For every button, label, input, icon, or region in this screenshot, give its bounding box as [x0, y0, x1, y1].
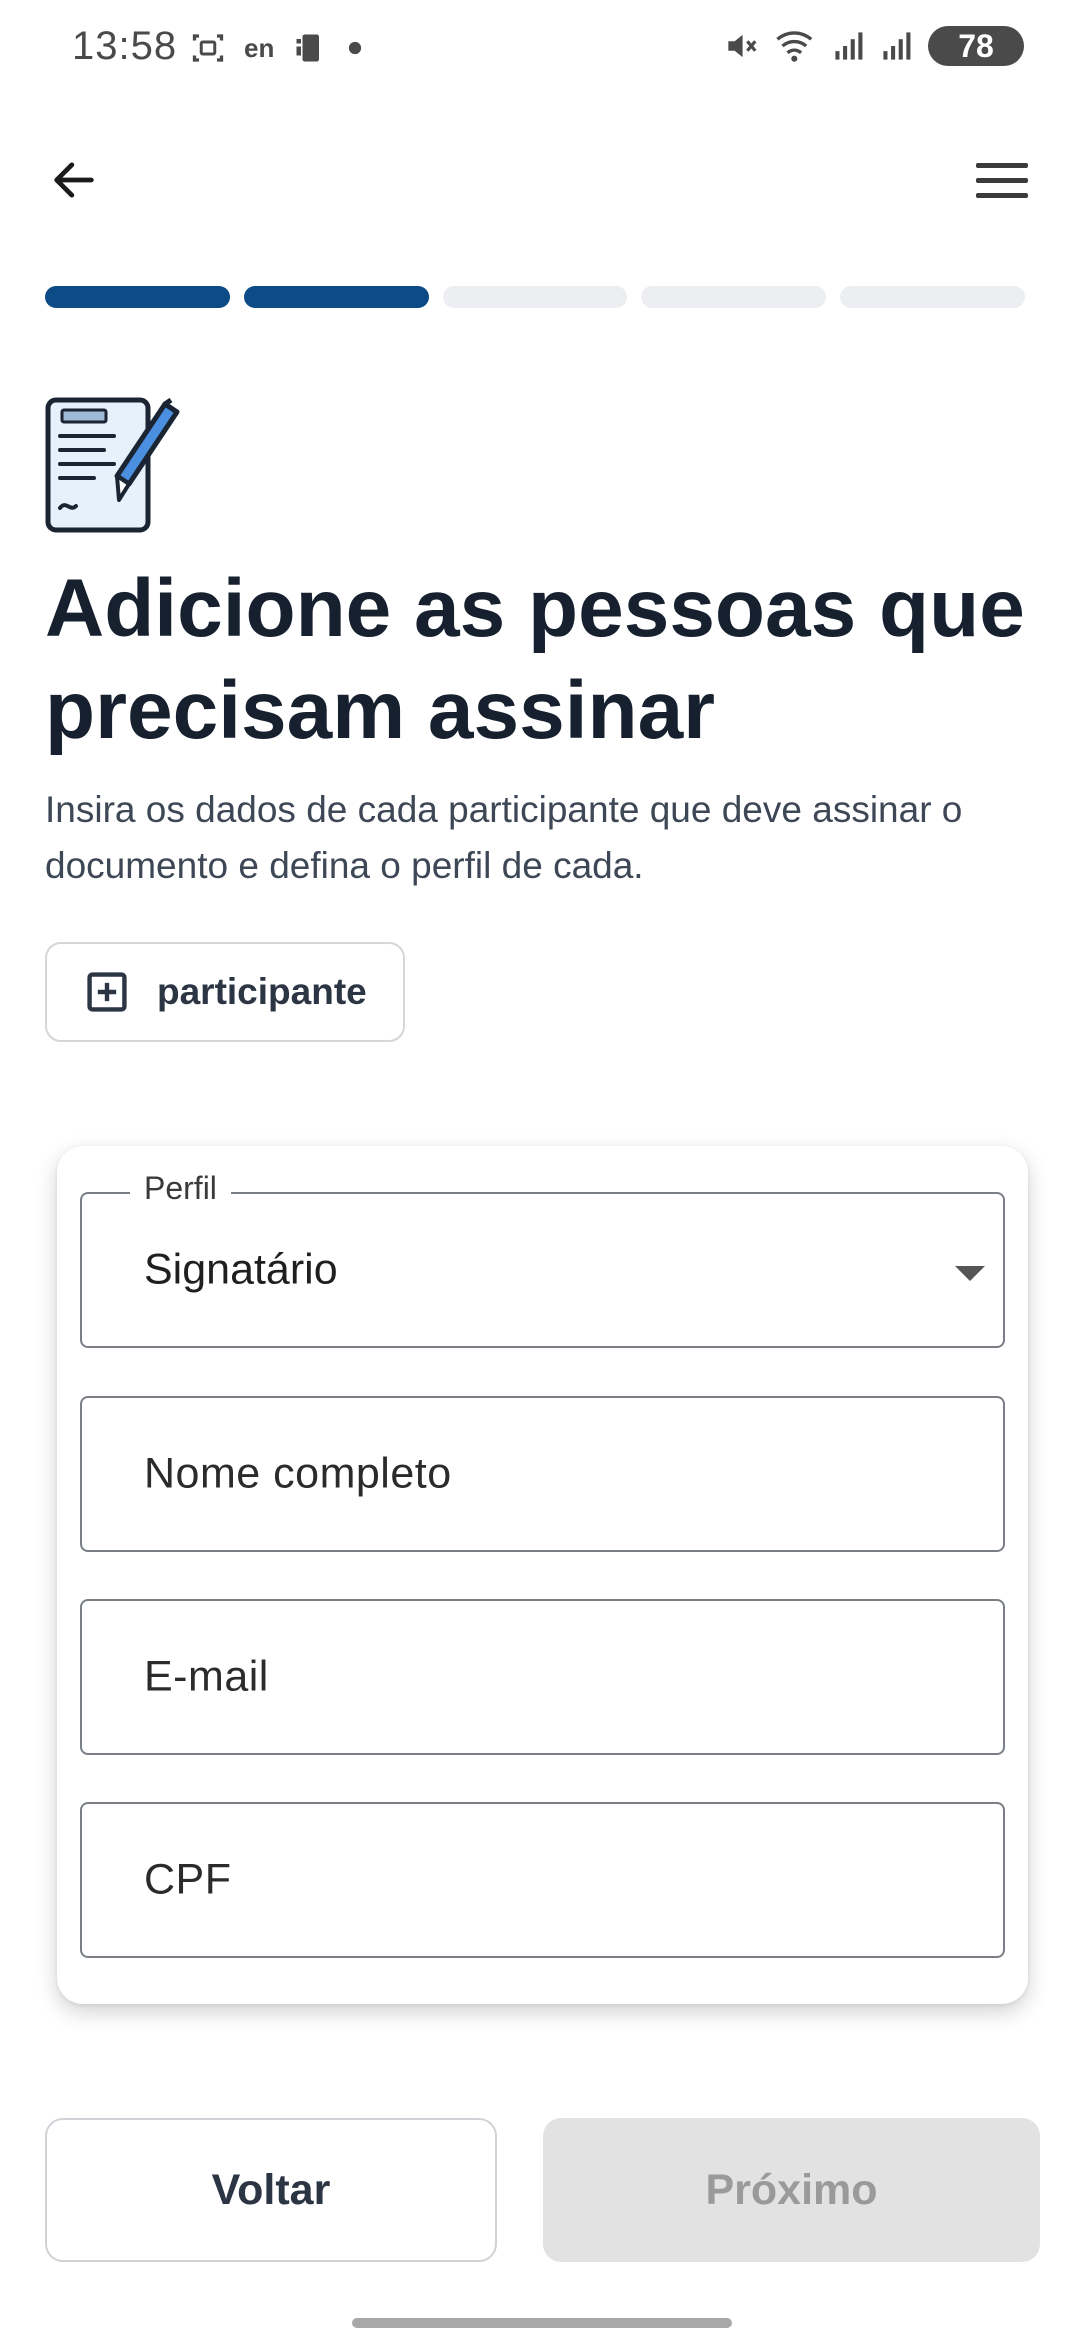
email-placeholder: E-mail	[144, 1652, 269, 1701]
signal-icon	[835, 32, 863, 60]
nome-completo-input[interactable]: Nome completo	[80, 1396, 1005, 1552]
signal-icon	[883, 32, 911, 60]
back-button[interactable]	[44, 150, 104, 210]
progress-step-3	[442, 286, 628, 308]
page-subtitle: Insira os dados de cada participante que…	[45, 789, 963, 886]
cpf-placeholder: CPF	[144, 1855, 232, 1904]
progress-step-1	[45, 286, 230, 308]
arrow-left-icon	[54, 162, 94, 198]
perfil-label: Perfil	[130, 1170, 231, 1207]
progress-step-4	[641, 286, 827, 308]
add-participant-button[interactable]: participante	[45, 942, 405, 1042]
hamburger-menu-icon[interactable]	[972, 150, 1032, 210]
add-participant-label: participante	[157, 971, 367, 1012]
mute-icon	[728, 34, 757, 58]
perfil-select[interactable]: Perfil Signatário	[80, 1170, 1005, 1348]
chevron-down-icon	[955, 1266, 985, 1281]
document-signature-icon	[45, 397, 180, 533]
battery-level: 78	[958, 27, 994, 64]
screenshot-icon	[192, 34, 224, 62]
nome-completo-placeholder: Nome completo	[144, 1449, 452, 1498]
status-time: 13:58	[72, 24, 178, 68]
step-progress	[45, 286, 1025, 308]
participant-card: Perfil Signatário Nome completo E-mail C…	[57, 1146, 1028, 2004]
plus-square-icon	[87, 972, 127, 1012]
dot-icon	[349, 41, 362, 55]
progress-step-2	[243, 286, 429, 308]
progress-step-5	[840, 286, 1025, 308]
email-input[interactable]: E-mail	[80, 1599, 1005, 1755]
page-title: Adicione as pessoas que precisam assinar	[45, 563, 1025, 756]
status-right-icons: 78	[722, 26, 1024, 66]
language-icon: en	[244, 32, 275, 63]
status-bar: 13:58 en 78	[0, 0, 1080, 96]
home-indicator[interactable]	[352, 2318, 732, 2328]
wifi-icon	[776, 31, 813, 62]
status-left-icons: en	[190, 30, 364, 66]
voltar-button[interactable]: Voltar	[45, 2118, 497, 2262]
proximo-button[interactable]: Próximo	[543, 2118, 1040, 2262]
cpf-input[interactable]: CPF	[80, 1802, 1005, 1958]
battery-icon: 78	[928, 26, 1024, 66]
phone-icon	[296, 34, 320, 62]
perfil-value: Signatário	[144, 1245, 338, 1294]
